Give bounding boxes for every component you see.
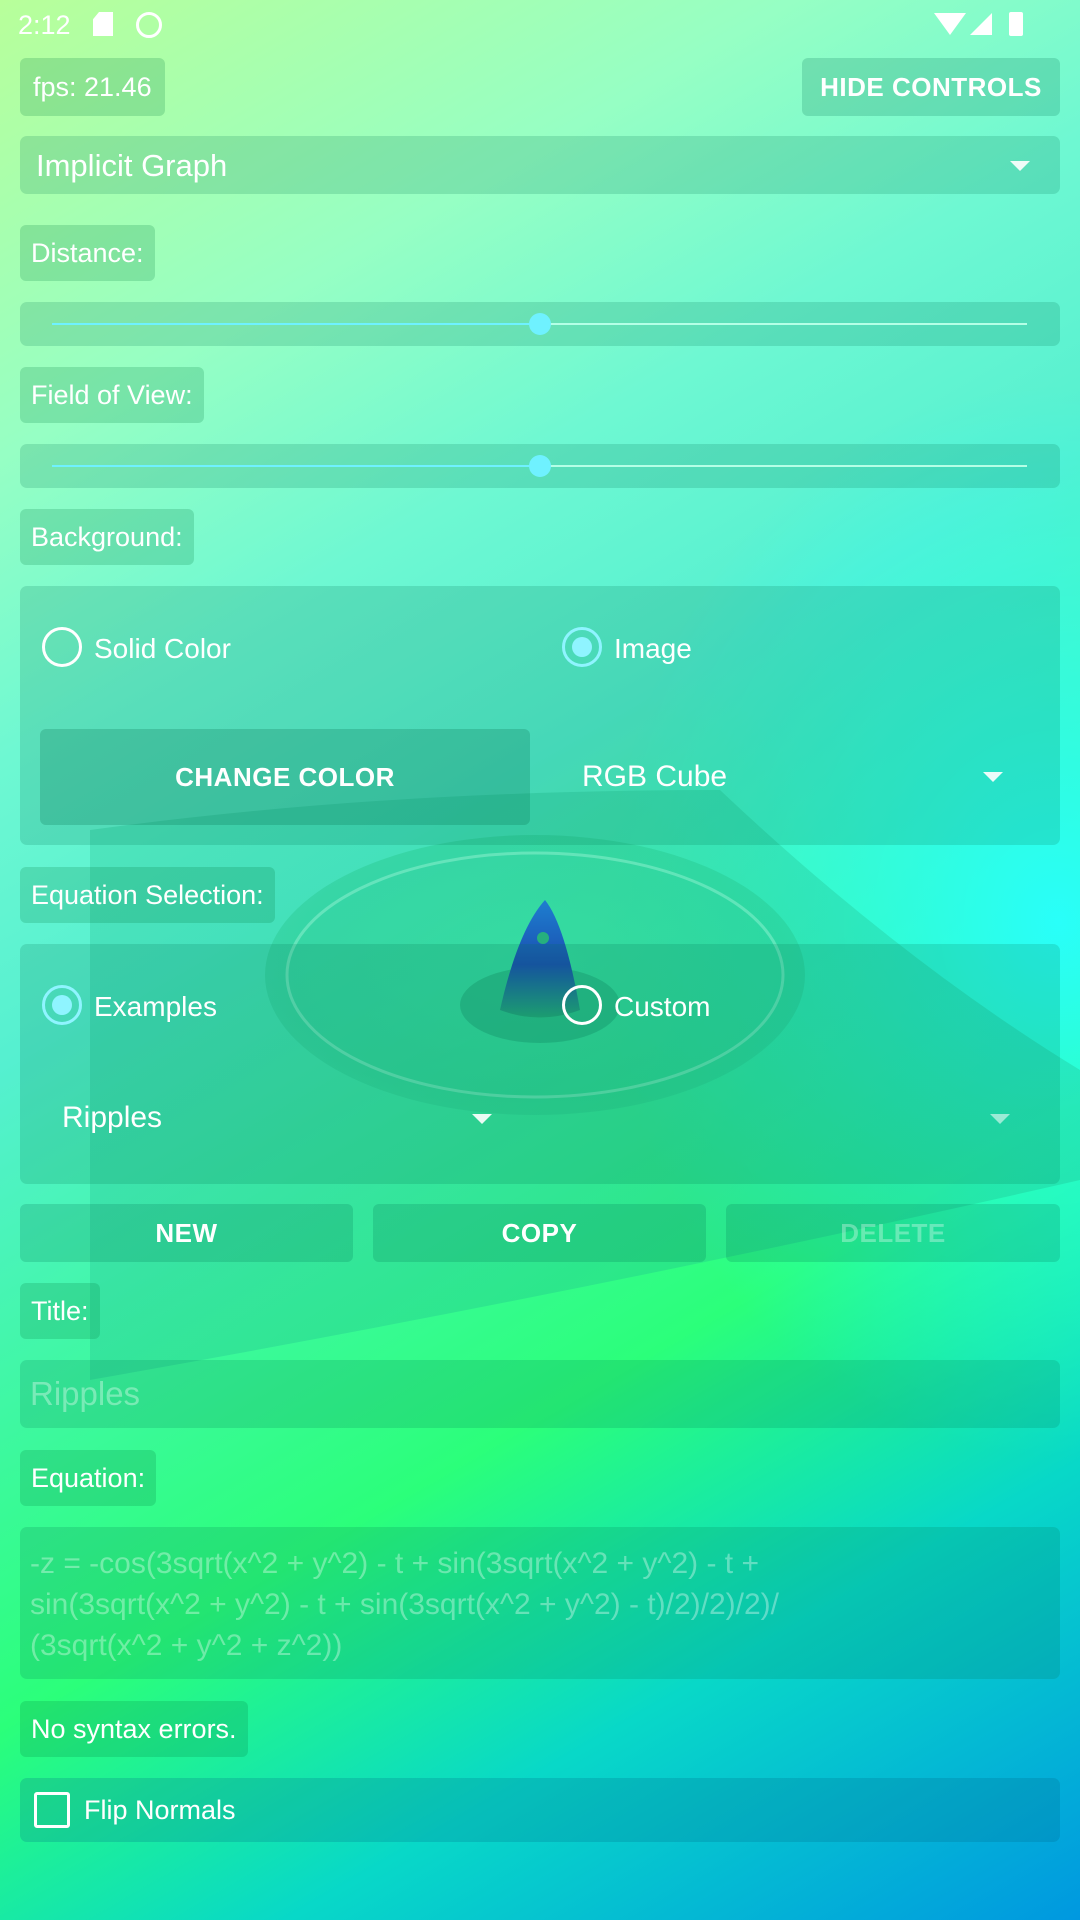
fps-counter: fps: 21.46 — [20, 58, 165, 116]
title-input[interactable]: Ripples — [20, 1360, 1060, 1428]
hide-controls-button[interactable]: HIDE CONTROLS — [802, 58, 1060, 116]
chevron-down-icon — [1010, 161, 1030, 171]
flip-normals-checkbox[interactable] — [34, 1792, 70, 1828]
image-radio-label[interactable]: Image — [614, 633, 692, 665]
background-panel: Solid Color Image CHANGE COLOR RGB Cube — [20, 586, 1060, 845]
change-color-button[interactable]: CHANGE COLOR — [40, 729, 530, 825]
custom-equation-spinner[interactable] — [540, 1074, 1040, 1164]
fov-label: Field of View: — [20, 367, 204, 423]
chevron-down-icon — [990, 1114, 1010, 1124]
example-equation-spinner[interactable]: Ripples — [40, 1074, 520, 1164]
equation-selection-label: Equation Selection: — [20, 867, 275, 923]
status-bar: 2:12 — [0, 0, 1080, 48]
wifi-icon — [934, 13, 966, 35]
android-icon — [136, 12, 162, 38]
equation-line: sin(3sqrt(x^2 + y^2) - t + sin(3sqrt(x^2… — [30, 1588, 779, 1621]
fov-slider[interactable] — [20, 444, 1060, 488]
examples-radio[interactable] — [42, 985, 82, 1025]
background-image-selected: RGB Cube — [582, 760, 728, 793]
distance-slider-thumb[interactable] — [529, 313, 551, 335]
flip-normals-row[interactable]: Flip Normals — [20, 1778, 1060, 1842]
controls-overlay: 2:12 fps: 21.46 HIDE CONTROLS Implicit G… — [0, 0, 1080, 1920]
background-image-spinner[interactable]: RGB Cube — [550, 729, 1040, 825]
solid-color-radio[interactable] — [42, 627, 82, 667]
title-input-value: Ripples — [30, 1375, 141, 1412]
syntax-status: No syntax errors. — [20, 1701, 248, 1757]
copy-button[interactable]: COPY — [373, 1204, 706, 1262]
distance-slider[interactable] — [20, 302, 1060, 346]
solid-color-radio-label[interactable]: Solid Color — [94, 633, 231, 665]
signal-icon — [970, 13, 992, 35]
custom-radio-label[interactable]: Custom — [614, 991, 710, 1023]
battery-icon — [1009, 12, 1023, 36]
distance-slider-fill — [52, 323, 540, 325]
example-equation-selected: Ripples — [62, 1101, 163, 1134]
equation-label: Equation: — [20, 1450, 157, 1506]
image-radio[interactable] — [562, 627, 602, 667]
chevron-down-icon — [983, 772, 1003, 782]
graph-type-selected: Implicit Graph — [36, 148, 228, 183]
distance-label: Distance: — [20, 225, 155, 281]
background-label: Background: — [20, 509, 194, 565]
equation-line: (3sqrt(x^2 + y^2 + z^2)) — [30, 1629, 343, 1662]
flip-normals-label[interactable]: Flip Normals — [84, 1795, 236, 1826]
delete-button[interactable]: DELETE — [726, 1204, 1060, 1262]
equation-line: -z = -cos(3sqrt(x^2 + y^2) - t + sin(3sq… — [30, 1547, 759, 1580]
custom-radio[interactable] — [562, 985, 602, 1025]
chevron-down-icon — [472, 1114, 492, 1124]
new-button[interactable]: NEW — [20, 1204, 353, 1262]
sd-card-icon — [93, 12, 113, 36]
fov-slider-thumb[interactable] — [529, 455, 551, 477]
title-label: Title: — [20, 1283, 100, 1339]
status-time: 2:12 — [18, 10, 71, 40]
graph-type-spinner[interactable]: Implicit Graph — [20, 136, 1060, 194]
equation-input[interactable]: -z = -cos(3sqrt(x^2 + y^2) - t + sin(3sq… — [20, 1527, 1060, 1679]
equation-selection-panel: Examples Custom Ripples — [20, 944, 1060, 1184]
fov-slider-fill — [52, 465, 540, 467]
examples-radio-label[interactable]: Examples — [94, 991, 217, 1023]
equation-input-text: -z = -cos(3sqrt(x^2 + y^2) - t + sin(3sq… — [30, 1543, 779, 1666]
